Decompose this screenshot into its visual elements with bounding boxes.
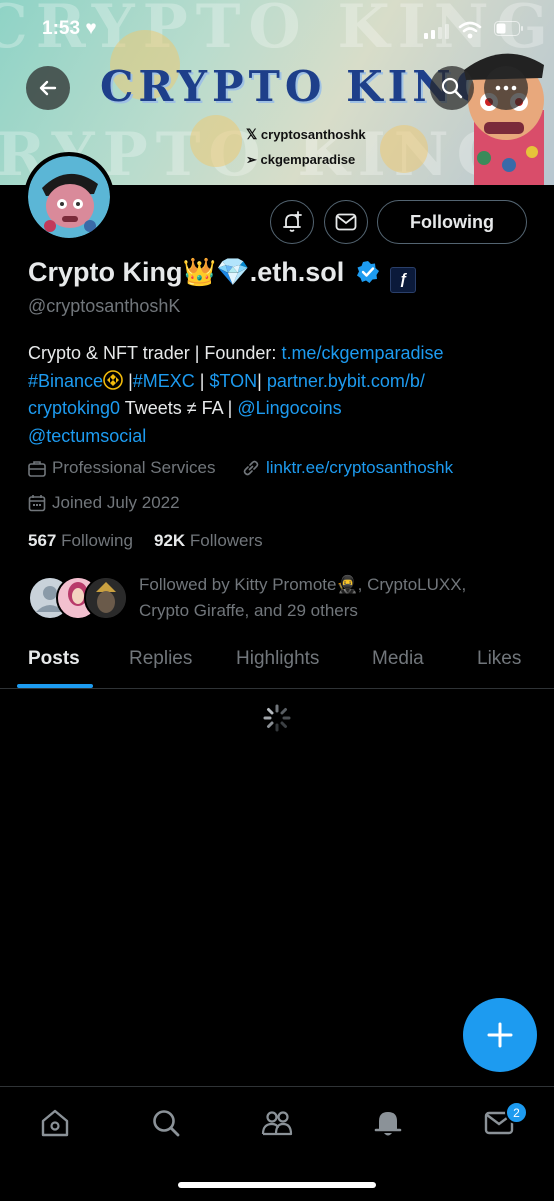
- bio-bybit-link-cont[interactable]: cryptoking0: [28, 398, 120, 418]
- wifi-icon: [458, 21, 482, 39]
- loading-spinner-icon: [263, 704, 291, 732]
- cashtag-ton[interactable]: $TON: [209, 371, 257, 391]
- tab-replies[interactable]: Replies: [129, 648, 192, 670]
- more-icon: [495, 85, 517, 91]
- more-button[interactable]: [484, 66, 528, 110]
- followers-stat[interactable]: 92K Followers: [154, 531, 263, 551]
- banner-x-handle: 𝕏 cryptosanthoshk: [246, 126, 366, 142]
- telegram-icon: ➢: [246, 152, 257, 167]
- follower-avatar[interactable]: [84, 576, 128, 620]
- bio-line: @tectumsocial: [28, 423, 528, 451]
- active-tab-indicator: [17, 684, 93, 688]
- home-indicator[interactable]: [178, 1182, 376, 1188]
- nft-character-art: [464, 53, 544, 185]
- tab-highlights[interactable]: Highlights: [236, 648, 319, 670]
- following-stat[interactable]: 567 Following: [28, 531, 133, 551]
- bell-plus-icon: [283, 211, 302, 232]
- profile-avatar[interactable]: [24, 152, 114, 242]
- mention-tectumsocial[interactable]: @tectumsocial: [28, 426, 146, 446]
- profile-tabs: Posts Replies Highlights Media Likes: [0, 636, 554, 689]
- join-date: Joined July 2022: [28, 493, 180, 513]
- communities-icon[interactable]: [261, 1107, 293, 1139]
- x-logo-icon: 𝕏: [246, 126, 258, 142]
- coin-decoration: [380, 125, 428, 173]
- compose-post-button[interactable]: [463, 998, 537, 1072]
- briefcase-icon: [28, 460, 46, 477]
- bio-bybit-link[interactable]: partner.bybit.com/b/: [267, 371, 425, 391]
- user-handle: @cryptosanthoshK: [28, 296, 181, 316]
- display-name: Crypto King👑💎.eth.sol ƒ: [28, 256, 417, 293]
- tab-media[interactable]: Media: [372, 648, 424, 670]
- search-icon[interactable]: [150, 1107, 182, 1139]
- back-arrow-icon: [39, 80, 57, 96]
- bio-line: Crypto & NFT trader | Founder: t.me/ckge…: [28, 343, 444, 363]
- affiliate-badge-icon[interactable]: ƒ: [390, 267, 417, 293]
- plus-icon: [487, 1022, 513, 1048]
- search-icon: [441, 77, 463, 99]
- battery-icon: [494, 21, 523, 36]
- followed-by-text[interactable]: Followed by Kitty Promote🥷, CryptoLUXX, …: [139, 572, 466, 624]
- binance-logo-icon: [103, 369, 123, 390]
- status-time: 1:53 ♥: [42, 18, 97, 39]
- home-icon[interactable]: [39, 1107, 71, 1139]
- notification-subscribe-button[interactable]: [270, 200, 314, 244]
- heart-icon: ♥: [85, 18, 97, 39]
- profile-website: linktr.ee/cryptosanthoshk: [242, 458, 453, 478]
- tab-likes[interactable]: Likes: [477, 648, 521, 670]
- search-button[interactable]: [430, 66, 474, 110]
- bio-line: #Binance |#MEXC | $TON| partner.bybit.co…: [28, 369, 425, 391]
- notifications-icon[interactable]: [372, 1107, 404, 1139]
- tab-posts[interactable]: Posts: [28, 648, 80, 670]
- bio-line: cryptoking0 Tweets ≠ FA | @Lingocoins: [28, 398, 342, 418]
- envelope-icon: [335, 213, 357, 231]
- hashtag-mexc[interactable]: #MEXC: [133, 371, 195, 391]
- website-link[interactable]: linktr.ee/cryptosanthoshk: [266, 458, 453, 478]
- coin-decoration: [190, 115, 242, 167]
- avatar-image: [28, 156, 110, 238]
- verified-badge-icon[interactable]: [356, 260, 380, 284]
- bio-telegram-link[interactable]: t.me/ckgemparadise: [281, 343, 443, 363]
- profile-category: Professional Services: [28, 458, 215, 478]
- calendar-icon: [28, 495, 46, 512]
- cellular-signal-icon: [424, 24, 449, 39]
- hashtag-binance[interactable]: #Binance: [28, 371, 103, 391]
- following-button[interactable]: Following: [377, 200, 527, 244]
- mention-lingocoins[interactable]: @Lingocoins: [237, 398, 341, 418]
- banner-telegram-handle: ➢ ckgemparadise: [246, 152, 356, 167]
- back-button[interactable]: [26, 66, 70, 110]
- message-button[interactable]: [324, 200, 368, 244]
- profile-bio: Crypto & NFT trader | Founder: t.me/ckge…: [28, 340, 528, 450]
- link-icon: [243, 460, 259, 476]
- follower-photo: [86, 578, 126, 618]
- messages-badge: 2: [505, 1101, 528, 1124]
